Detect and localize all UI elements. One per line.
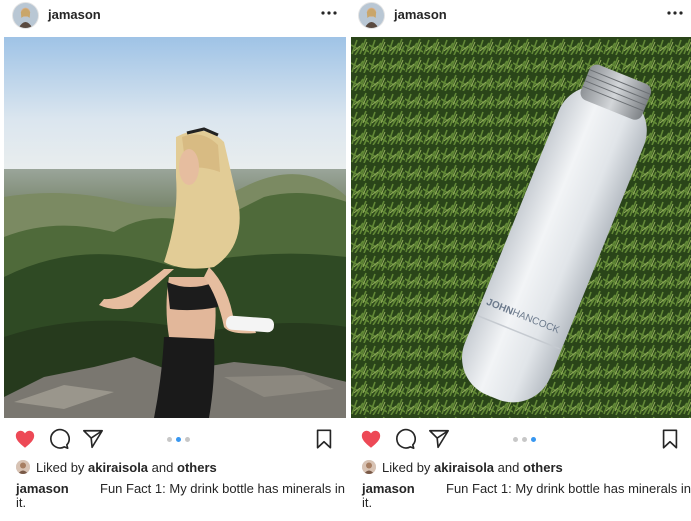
liked-by-user-link[interactable]: akiraisola	[434, 460, 494, 475]
liked-by-others-link[interactable]: others	[523, 460, 563, 475]
paper-plane-icon[interactable]	[428, 428, 450, 450]
post-caption: jamason Fun Fact 1: My drink bottle has …	[362, 481, 691, 510]
heart-filled-icon[interactable]	[14, 428, 36, 450]
carousel-dot	[185, 437, 190, 442]
user-avatar[interactable]	[358, 2, 385, 29]
likes-line: Liked by akiraisola and others	[362, 460, 685, 478]
liked-by-prefix: Liked by	[36, 460, 85, 475]
likes-line: Liked by akiraisola and others	[16, 460, 339, 478]
carousel-dot	[513, 437, 518, 442]
user-avatar[interactable]	[12, 2, 39, 29]
caption-text-continued: it.	[16, 495, 27, 510]
post-caption: jamason Fun Fact 1: My drink bottle has …	[16, 481, 345, 510]
liked-by-user-link[interactable]: akiraisola	[88, 460, 148, 475]
username[interactable]: jamason	[394, 7, 447, 22]
carousel-dot-active	[176, 437, 181, 442]
liked-by-prefix: Liked by	[382, 460, 431, 475]
liker-avatar[interactable]	[362, 460, 376, 474]
liker-avatar[interactable]	[16, 460, 30, 474]
username[interactable]: jamason	[48, 7, 101, 22]
caption-text: Fun Fact 1: My drink bottle has minerals…	[100, 481, 345, 496]
carousel-dot	[522, 437, 527, 442]
carousel-indicator	[167, 437, 190, 442]
post-1: jamason Liked by akiraisola and others j…	[0, 0, 347, 521]
caption-text: Fun Fact 1: My drink bottle has minerals…	[446, 481, 691, 496]
post-actions	[346, 426, 691, 452]
caption-username[interactable]: jamason	[16, 481, 69, 496]
more-horizontal-icon[interactable]	[665, 5, 685, 21]
comment-icon[interactable]	[48, 428, 70, 450]
post-photo-bottle[interactable]: JOHNHANCOCK	[351, 37, 691, 418]
carousel-indicator	[513, 437, 536, 442]
post-photo-hiker[interactable]	[4, 37, 347, 418]
heart-filled-icon[interactable]	[360, 428, 382, 450]
liked-by-and: and	[497, 460, 520, 475]
caption-username[interactable]: jamason	[362, 481, 415, 496]
paper-plane-icon[interactable]	[82, 428, 104, 450]
comment-icon[interactable]	[394, 428, 416, 450]
post-header: jamason	[0, 0, 345, 36]
liked-by-others-link[interactable]: others	[177, 460, 217, 475]
bookmark-icon[interactable]	[659, 428, 681, 450]
caption-text-continued: it.	[362, 495, 373, 510]
post-2: jamason JOHNHANCOCK Liked by akiraisola …	[346, 0, 691, 521]
carousel-dot	[167, 437, 172, 442]
liked-by-and: and	[151, 460, 174, 475]
post-header: jamason	[346, 0, 691, 36]
post-actions	[0, 426, 345, 452]
more-horizontal-icon[interactable]	[319, 5, 339, 21]
carousel-dot-active	[531, 437, 536, 442]
bookmark-icon[interactable]	[313, 428, 335, 450]
